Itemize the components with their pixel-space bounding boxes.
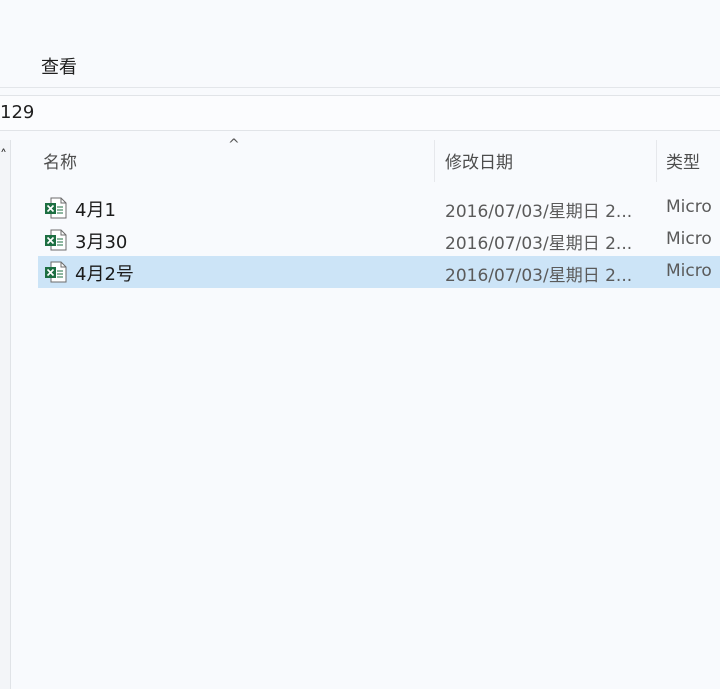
- sort-ascending-icon: ^: [228, 137, 240, 153]
- column-divider[interactable]: [434, 140, 435, 182]
- address-path[interactable]: 129: [0, 102, 34, 123]
- column-header-modified[interactable]: 修改日期: [445, 148, 513, 182]
- file-name: 3月30: [75, 232, 128, 253]
- file-row-selected[interactable]: 4月2号 2016/07/03/星期日 2... Micro: [38, 256, 720, 288]
- address-bar[interactable]: 129: [0, 95, 720, 131]
- file-row[interactable]: 4月1 2016/07/03/星期日 2... Micro: [38, 192, 720, 224]
- file-type: Micro: [666, 197, 712, 217]
- excel-file-icon: [45, 261, 67, 283]
- file-modified-date: 2016/07/03/星期日 2...: [445, 234, 633, 254]
- excel-file-icon: [45, 197, 67, 219]
- file-name: 4月1: [75, 200, 116, 221]
- file-modified-date: 2016/07/03/星期日 2...: [445, 266, 633, 286]
- file-row[interactable]: 3月30 2016/07/03/星期日 2... Micro: [38, 224, 720, 256]
- tab-view[interactable]: 查看: [41, 53, 77, 79]
- ribbon-divider: [0, 87, 720, 88]
- column-header-name[interactable]: 名称: [43, 148, 77, 182]
- excel-file-icon: [45, 229, 67, 251]
- ribbon: 查看: [0, 0, 720, 88]
- file-type: Micro: [666, 229, 712, 249]
- file-name: 4月2号: [75, 264, 134, 285]
- file-modified-date: 2016/07/03/星期日 2...: [445, 202, 633, 222]
- chevron-up-icon[interactable]: ˄: [0, 148, 7, 164]
- column-header-type[interactable]: 类型: [666, 148, 700, 182]
- column-divider[interactable]: [656, 140, 657, 182]
- navigation-pane[interactable]: [0, 140, 11, 689]
- file-type: Micro: [666, 261, 712, 281]
